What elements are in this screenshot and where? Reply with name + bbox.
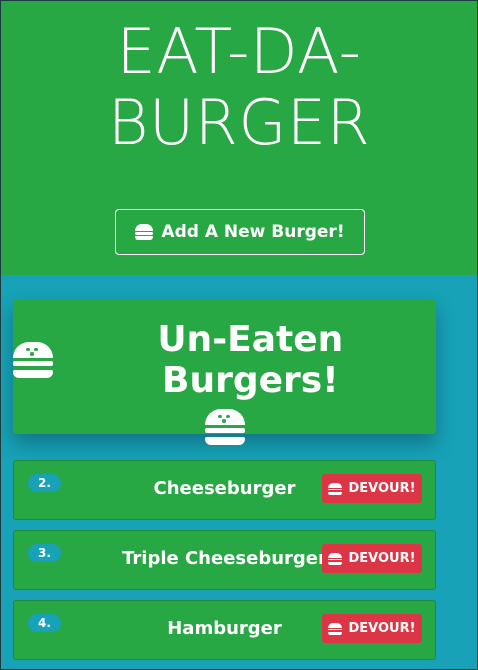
hamburger-icon bbox=[204, 409, 245, 445]
panel-icon-row bbox=[13, 409, 436, 445]
hamburger-icon bbox=[135, 224, 154, 240]
devour-button[interactable]: DEVOUR! bbox=[322, 474, 422, 503]
burger-list-item: 3. Triple Cheeseburger DEVOUR! bbox=[13, 530, 436, 590]
devour-button[interactable]: DEVOUR! bbox=[322, 614, 422, 643]
burger-list-item: 4. Hamburger DEVOUR! bbox=[13, 600, 436, 660]
devour-button-label: DEVOUR! bbox=[348, 551, 416, 566]
devour-button-label: DEVOUR! bbox=[348, 481, 416, 496]
page-title-line-2: BURGER bbox=[107, 86, 371, 160]
devour-button-label: DEVOUR! bbox=[348, 621, 416, 636]
hamburger-icon bbox=[13, 342, 53, 378]
burger-list-item: 2. Cheeseburger DEVOUR! bbox=[13, 460, 436, 520]
panel-title: Un-Eaten Burgers! bbox=[13, 299, 436, 401]
hamburger-icon bbox=[328, 622, 343, 635]
hamburger-icon bbox=[328, 552, 343, 565]
page-title-line-1: EAT-DA- bbox=[116, 15, 362, 88]
uneaten-burgers-panel: Un-Eaten Burgers! bbox=[13, 299, 436, 445]
add-burger-button[interactable]: Add A New Burger! bbox=[115, 209, 365, 255]
page-title: EAT-DA- BURGER bbox=[89, 0, 389, 159]
header: EAT-DA- BURGER Add A New Burger! bbox=[0, 0, 478, 275]
hamburger-icon bbox=[328, 482, 343, 495]
add-burger-button-label: Add A New Burger! bbox=[161, 222, 345, 242]
panel-title-text: Un-Eaten Burgers! bbox=[157, 319, 344, 401]
devour-button[interactable]: DEVOUR! bbox=[322, 544, 422, 573]
